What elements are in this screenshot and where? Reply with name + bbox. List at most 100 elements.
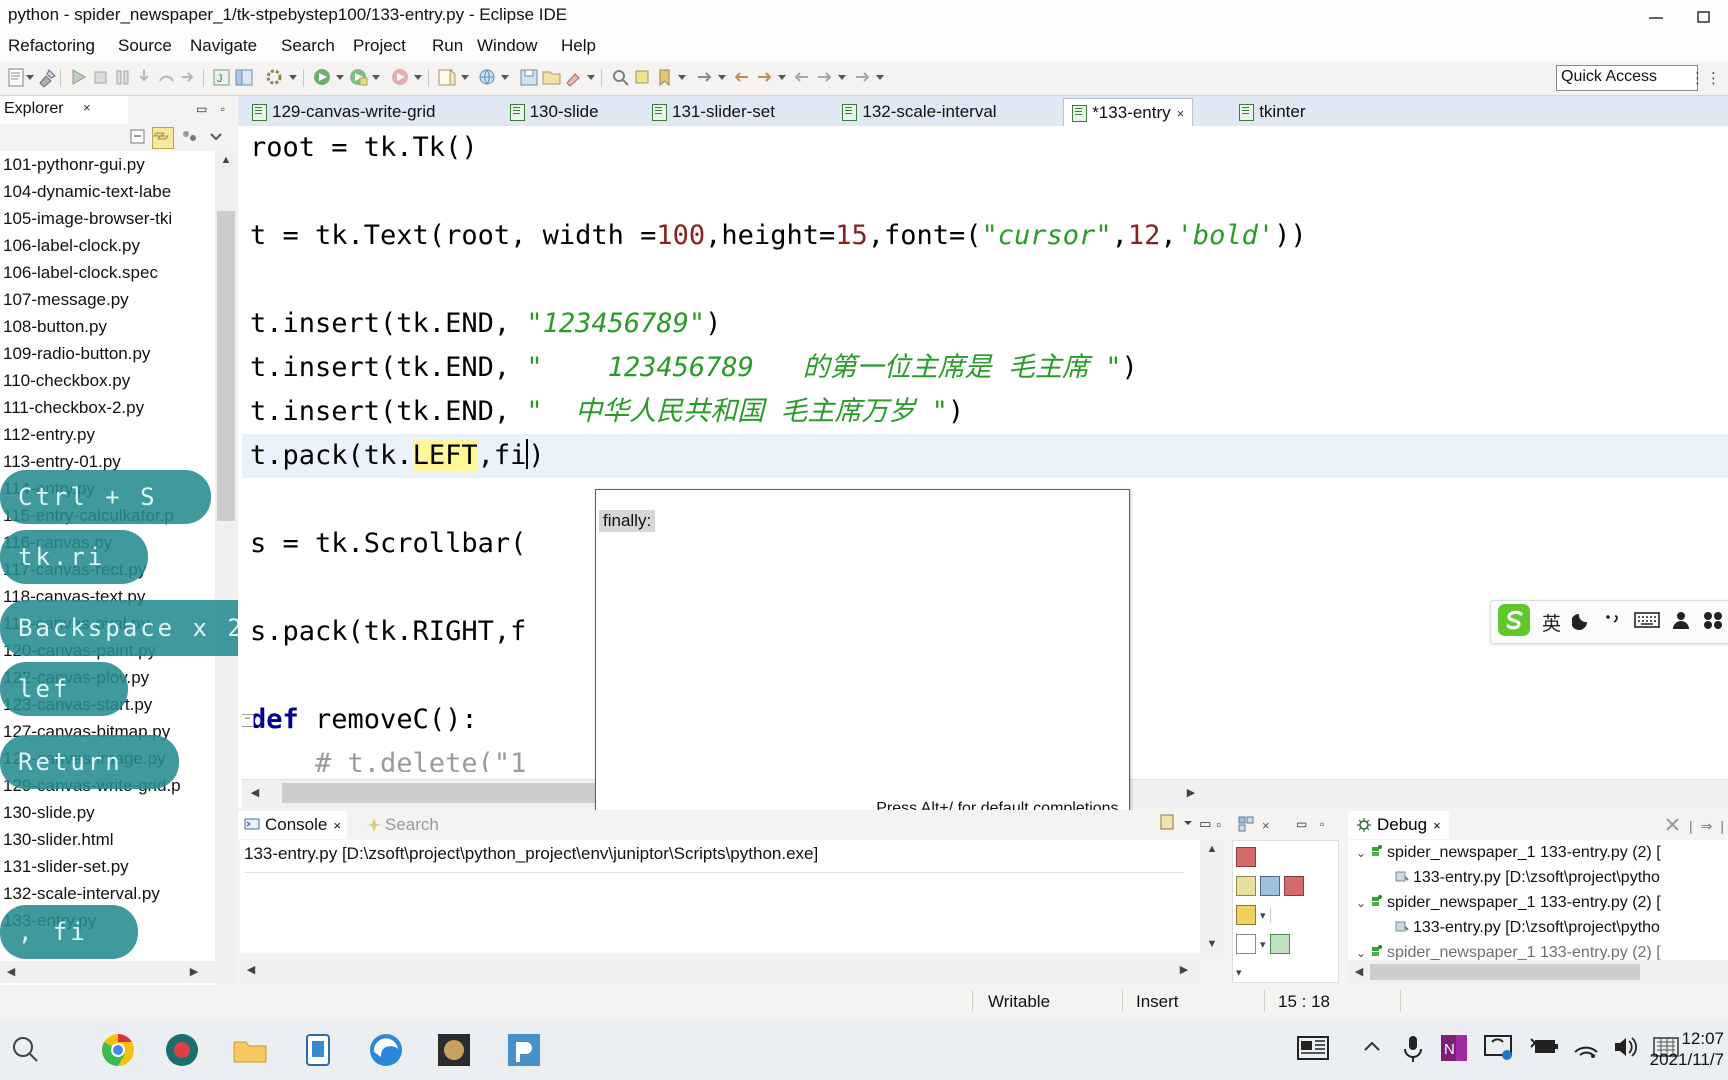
chevron-down-icon[interactable]: ⌄	[1354, 941, 1368, 960]
run-last-icon[interactable]	[68, 67, 89, 88]
explorer-horizontal-scrollbar[interactable]: ◀ ▶	[0, 961, 238, 983]
midpanel-caret-2-icon[interactable]: ▾	[1260, 938, 1266, 951]
midpanel-row-5[interactable]: ▾	[1236, 959, 1242, 985]
editor-scroll-right-icon[interactable]: ▶	[1182, 784, 1200, 802]
midpanel-caret-1-icon[interactable]: ▾	[1260, 909, 1266, 922]
console-maximize-icon[interactable]: ▫	[1216, 817, 1221, 832]
debug-caret-icon[interactable]	[336, 75, 344, 80]
list-item[interactable]: 105-image-browser-tki	[0, 205, 215, 232]
menu-item-project[interactable]: Project	[353, 36, 406, 56]
coverage-icon[interactable]	[390, 67, 411, 88]
list-item[interactable]: 130-slider.html	[0, 826, 215, 853]
console-output[interactable]: 133-entry.py [D:\zsoft\project\python_pr…	[240, 840, 1200, 953]
toolbar-overflow-icon[interactable]: ⋮⋮	[1690, 69, 1722, 87]
debug-scroll-thumb[interactable]	[1370, 964, 1640, 980]
scroll-up-icon[interactable]: ▲	[217, 151, 235, 169]
new-file-caret-icon[interactable]	[26, 75, 34, 80]
view-menu-icon[interactable]	[206, 127, 228, 149]
tab-search[interactable]: Search	[360, 811, 445, 839]
step-return-debug-icon[interactable]: ⇒	[1701, 818, 1713, 835]
run-caret-icon[interactable]	[372, 75, 380, 80]
list-item[interactable]: 101-pythonr-gui.py	[0, 151, 215, 178]
debug-tree-row[interactable]: ⌄ spider_newspaper_1 133-entry.py (2) [	[1348, 940, 1728, 960]
console-minimize-icon[interactable]: ▭	[1199, 816, 1211, 832]
collapse-all-icon[interactable]	[128, 127, 150, 149]
editor-tab-132scaleinterval[interactable]: 132-scale-interval	[834, 98, 1004, 126]
store-icon[interactable]	[296, 1028, 340, 1072]
console-scroll-right-icon[interactable]: ▶	[1175, 961, 1193, 979]
code-line[interactable]: # t.delete("1	[250, 742, 526, 772]
code-line[interactable]: t.pack(tk.LEFT,fi)	[242, 434, 1728, 478]
forward-nav-icon[interactable]	[754, 67, 775, 88]
midpanel-minimize-icon[interactable]: ▭	[1296, 817, 1307, 831]
mic-icon[interactable]	[1400, 1032, 1426, 1076]
list-item[interactable]: 111-checkbox-2.py	[0, 394, 215, 421]
list-item[interactable]: 109-radio-button.py	[0, 340, 215, 367]
wifi-icon[interactable]	[1572, 1034, 1602, 1078]
moon-icon[interactable]	[1571, 610, 1592, 634]
debug-tree-row[interactable]: ⌄ spider_newspaper_1 133-entry.py (2) [	[1348, 840, 1728, 865]
console-vertical-scrollbar[interactable]: ▲ ▼	[1201, 840, 1223, 953]
bookmark-caret-icon[interactable]	[678, 75, 686, 80]
sync-icon[interactable]	[1269, 934, 1290, 954]
filters-icon[interactable]	[180, 127, 202, 149]
link-with-editor-icon[interactable]	[152, 127, 174, 149]
midpanel-row-1[interactable]	[1236, 844, 1256, 870]
save-icon[interactable]	[519, 67, 540, 88]
app-icon[interactable]	[432, 1028, 476, 1072]
volume-icon[interactable]	[1612, 1034, 1642, 1078]
menu-item-run[interactable]: Run	[432, 36, 463, 56]
new-file-icon[interactable]	[7, 67, 28, 88]
scroll-right-icon[interactable]: ▶	[185, 963, 203, 981]
assist-proposal-item[interactable]: finally:	[599, 510, 656, 532]
debug-horizontal-scrollbar[interactable]: ◀	[1348, 961, 1728, 983]
tab-console[interactable]: Console ×	[238, 811, 347, 839]
sogou-ime-bar[interactable]: 英	[1490, 600, 1728, 644]
annotation-icon[interactable]	[632, 67, 653, 88]
skip-breakpoints-icon[interactable]	[1236, 876, 1256, 896]
menu-item-refactoring[interactable]: Refactoring	[8, 36, 95, 56]
editor-tab-129canvaswritegrid[interactable]: 129-canvas-write-grid	[244, 98, 443, 126]
prev-edit-icon[interactable]	[792, 67, 813, 88]
pycharm-icon[interactable]	[502, 1028, 546, 1072]
file-explorer-icon[interactable]	[228, 1028, 272, 1072]
list-item[interactable]: 106-label-clock.spec	[0, 259, 215, 286]
console-new-icon[interactable]	[1159, 813, 1177, 835]
chrome-icon[interactable]	[96, 1028, 140, 1072]
midpanel-caret-3-icon[interactable]: ▾	[1236, 966, 1242, 979]
code-line[interactable]: root = tk.Tk()	[250, 126, 478, 170]
comma-icon[interactable]	[1603, 610, 1623, 634]
list-item[interactable]: 108-button.py	[0, 313, 215, 340]
minimize-button[interactable]	[1632, 0, 1680, 33]
editor-tab-bar[interactable]: 129-canvas-write-grid 130-slide 131-slider…	[238, 96, 1728, 127]
build-icon[interactable]	[264, 67, 285, 88]
keyboard-icon[interactable]	[1634, 610, 1660, 634]
console-horizontal-scrollbar[interactable]: ◀ ▶	[240, 959, 1200, 983]
midpanel-row-2[interactable]	[1236, 873, 1304, 899]
perspective-icon[interactable]	[234, 67, 255, 88]
sogou-mode-label[interactable]: 英	[1542, 609, 1561, 636]
pin-icon[interactable]	[37, 67, 58, 88]
code-line[interactable]: t.insert(tk.END, " 中华人民共和国 毛主席万岁 ")	[250, 390, 964, 434]
bookmark-icon[interactable]	[654, 67, 675, 88]
list-item[interactable]: 112-entry.py	[0, 421, 215, 448]
scroll-left-icon[interactable]: ◀	[2, 963, 20, 981]
console-menu-caret-icon[interactable]	[1182, 816, 1194, 833]
menu-item-navigate[interactable]: Navigate	[190, 36, 257, 56]
list-item[interactable]: 104-dynamic-text-labe	[0, 178, 215, 205]
folder-open-icon[interactable]	[541, 67, 562, 88]
battery-icon[interactable]	[1526, 1034, 1560, 1078]
paint-icon[interactable]	[563, 67, 584, 88]
list-item[interactable]: 130-slide.py	[0, 799, 215, 826]
editor-tab-131sliderset[interactable]: 131-slider-set	[644, 98, 783, 126]
code-line[interactable]: t.insert(tk.END, "123456789")	[250, 302, 721, 346]
editor-tab-tkinter[interactable]: tkinter	[1231, 98, 1313, 126]
step-over-icon[interactable]	[156, 67, 177, 88]
more-arrow-caret-icon[interactable]	[876, 75, 884, 80]
list-item[interactable]: 110-checkbox.py	[0, 367, 215, 394]
taskbar-clock[interactable]: 12:07 2021/11/7	[1650, 1028, 1724, 1070]
next-edit-caret-icon[interactable]	[838, 75, 846, 80]
midpanel-row-4[interactable]: ▾	[1236, 931, 1290, 957]
chevron-up-icon[interactable]	[1360, 1034, 1388, 1078]
editor-tab-close-icon[interactable]: ×	[1177, 106, 1185, 121]
